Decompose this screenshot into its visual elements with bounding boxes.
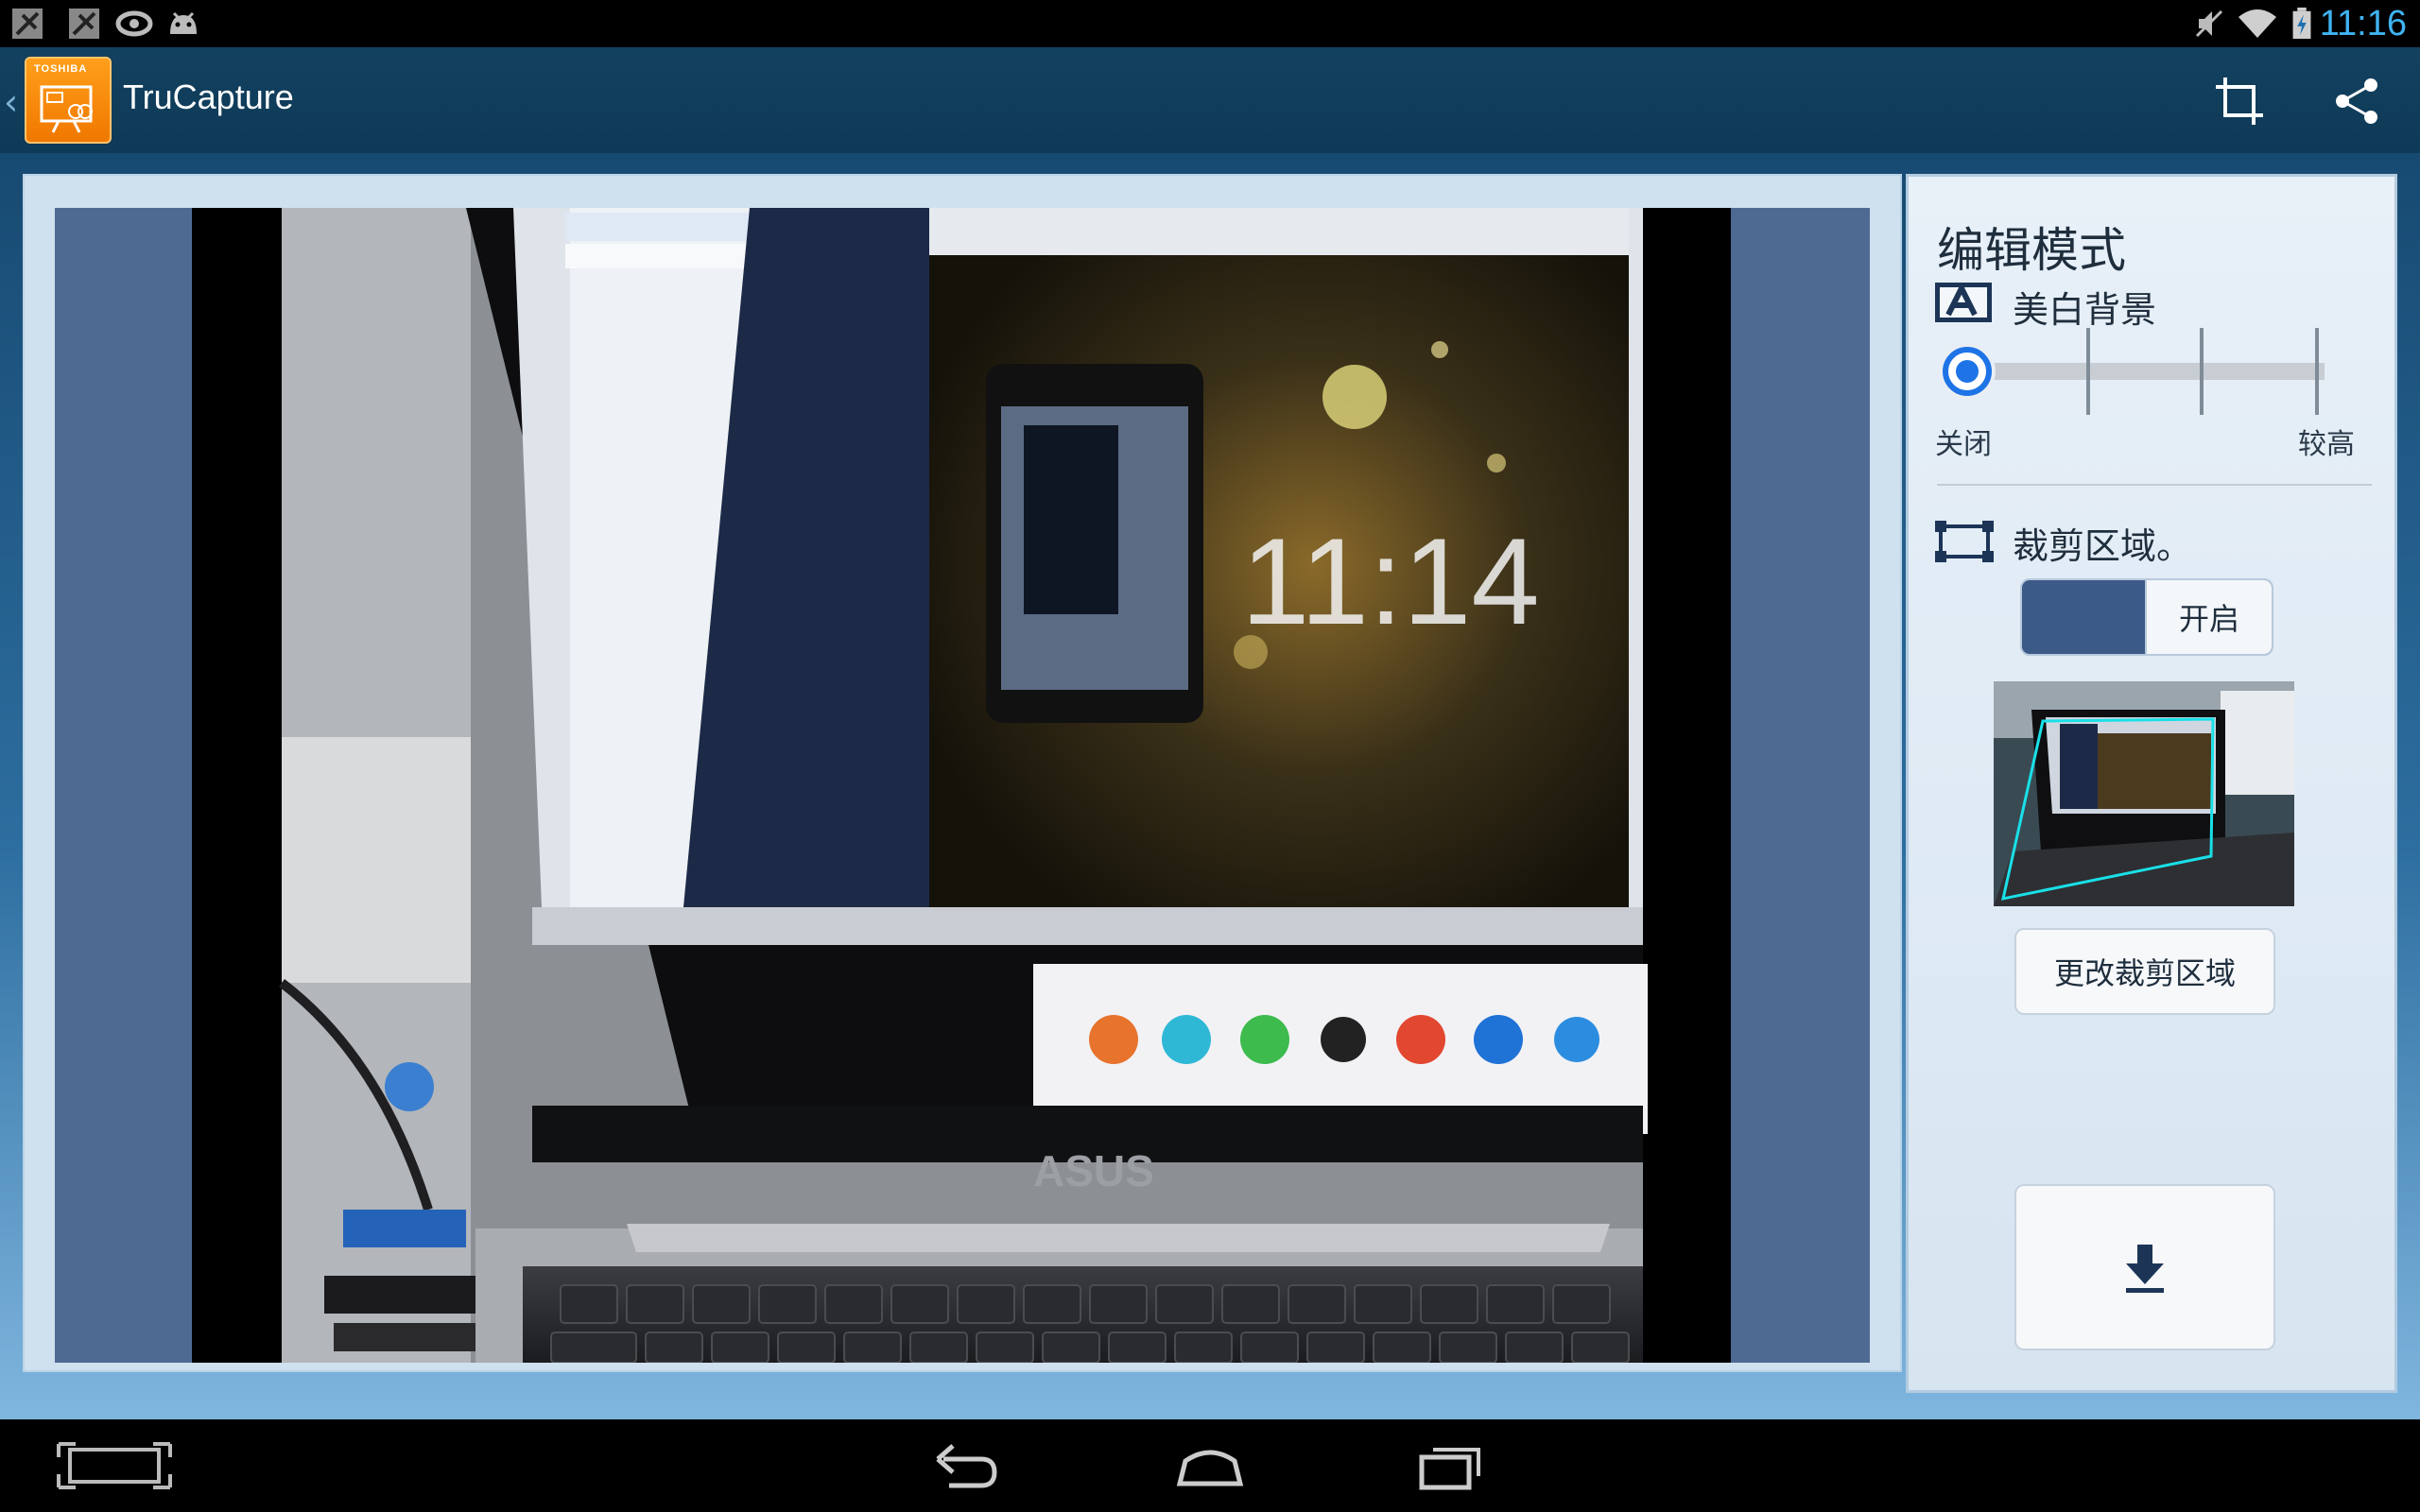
up-caret-icon[interactable]: ‹ bbox=[4, 81, 18, 123]
screenshot-icon[interactable] bbox=[57, 1440, 172, 1491]
svg-text:ASUS: ASUS bbox=[1033, 1146, 1154, 1195]
image-canvas[interactable]: 11:14 ASUS bbox=[55, 208, 1870, 1363]
action-bar: ‹ TOSHIBA TruCapture bbox=[0, 47, 2420, 153]
crop-area-icon bbox=[1935, 521, 1994, 562]
captured-photo: 11:14 ASUS bbox=[192, 208, 1731, 1363]
usb-debug-icon bbox=[69, 9, 99, 39]
crop-icon[interactable] bbox=[2212, 74, 2267, 129]
logo-brand: TOSHIBA bbox=[34, 63, 88, 75]
slider-tick bbox=[2200, 328, 2204, 415]
image-preview-frame: 11:14 ASUS bbox=[23, 174, 1902, 1372]
svg-text:11:14: 11:14 bbox=[1241, 512, 1540, 650]
whiteboard-label: 美白背景 bbox=[2013, 289, 2157, 331]
crop-thumbnail-image bbox=[1994, 681, 2294, 906]
battery-charging-icon bbox=[2292, 8, 2311, 40]
slider-max-label: 较高 bbox=[2298, 428, 2355, 461]
app-logo[interactable]: TOSHIBA bbox=[25, 57, 112, 144]
change-crop-button[interactable]: 更改裁剪区域 bbox=[2014, 928, 2275, 1015]
slider-min-label: 关闭 bbox=[1935, 428, 1992, 461]
slider-thumb[interactable] bbox=[1943, 347, 1992, 396]
slider-track[interactable] bbox=[1977, 363, 2325, 380]
app-title: TruCapture bbox=[123, 77, 294, 116]
navigation-bar bbox=[0, 1419, 2420, 1512]
share-icon[interactable] bbox=[2329, 74, 2384, 129]
content-area: 11:14 ASUS 编辑模式 美白背景 关闭 较高 裁剪区域。 开启 更改裁剪… bbox=[0, 153, 2420, 1419]
capture-board-icon bbox=[40, 85, 93, 133]
divider bbox=[1937, 484, 2372, 486]
recent-apps-icon[interactable] bbox=[1418, 1440, 1484, 1491]
download-icon bbox=[2126, 1245, 2164, 1293]
slider-tick bbox=[2315, 328, 2319, 415]
toggle-on-label[interactable]: 开启 bbox=[2145, 580, 2272, 654]
crop-label: 裁剪区域。 bbox=[2013, 525, 2193, 567]
android-icon bbox=[170, 11, 197, 34]
panel-title: 编辑模式 bbox=[1937, 223, 2126, 278]
captured-laptop-photo: 11:14 ASUS bbox=[278, 208, 1648, 1363]
save-button[interactable] bbox=[2014, 1184, 2275, 1350]
slider-tick bbox=[2086, 328, 2090, 415]
status-clock: 11:16 bbox=[2319, 4, 2407, 43]
status-bar: 11:16 bbox=[0, 0, 2420, 47]
usb-debug-icon bbox=[12, 9, 43, 39]
back-icon[interactable] bbox=[934, 1440, 1000, 1491]
mute-icon bbox=[2195, 9, 2223, 38]
home-icon[interactable] bbox=[1176, 1440, 1244, 1491]
edit-mode-panel: 编辑模式 美白背景 关闭 较高 裁剪区域。 开启 更改裁剪区域 bbox=[1906, 174, 2397, 1393]
text-background-icon bbox=[1935, 283, 1992, 322]
crop-thumbnail[interactable] bbox=[1994, 681, 2294, 906]
wifi-icon bbox=[2238, 9, 2276, 38]
nvidia-icon bbox=[115, 10, 153, 37]
crop-toggle[interactable]: 开启 bbox=[2020, 578, 2273, 656]
